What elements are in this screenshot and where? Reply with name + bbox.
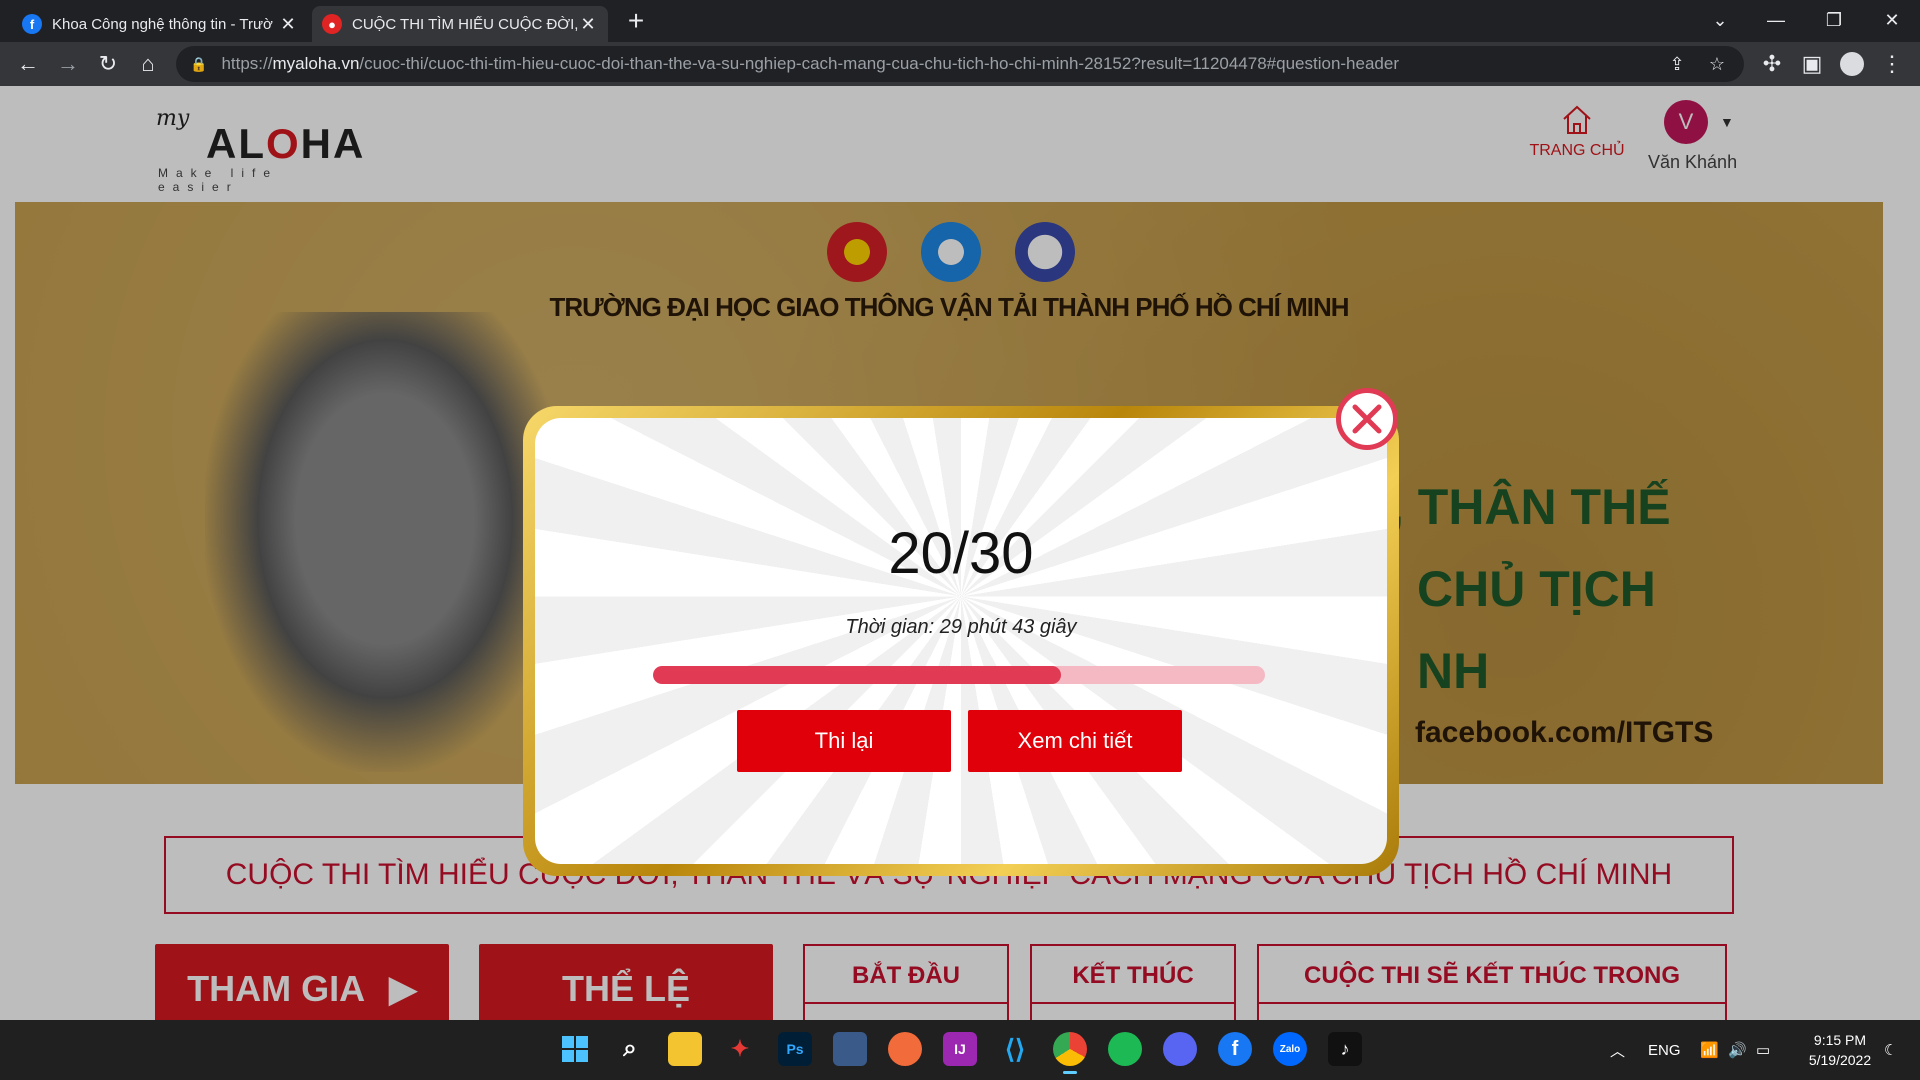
wifi-icon[interactable]: 📶 <box>1700 1020 1719 1080</box>
app-icon[interactable]: ✦ <box>723 1032 757 1066</box>
chrome-icon[interactable] <box>1053 1032 1087 1074</box>
home-icon[interactable]: ⌂ <box>132 48 164 80</box>
address-bar[interactable]: 🔒 https://myaloha.vn/cuoc-thi/cuoc-thi-t… <box>176 46 1744 82</box>
back-icon[interactable]: ← <box>12 48 44 80</box>
new-tab-button[interactable]: + <box>620 6 652 38</box>
browser-tab-bar: f Khoa Công nghệ thông tin - Trườ ✕ ● CU… <box>0 0 1920 42</box>
tiktok-icon[interactable]: ♪ <box>1328 1032 1362 1066</box>
result-modal: 20/30 Thời gian: 29 phút 43 giây Thi lại… <box>523 406 1399 876</box>
tab-title: Khoa Công nghệ thông tin - Trườ <box>52 15 273 33</box>
show-hidden-icons[interactable]: ︿ <box>1610 1020 1625 1080</box>
minimize-button[interactable]: — <box>1746 0 1806 40</box>
language-indicator[interactable]: ENG <box>1648 1020 1681 1080</box>
bookmark-star-icon[interactable]: ☆ <box>1704 51 1730 77</box>
app-icon[interactable] <box>833 1032 867 1066</box>
notification-icon[interactable]: ☾ <box>1884 1020 1897 1080</box>
app-icon[interactable] <box>888 1032 922 1066</box>
spotify-icon[interactable] <box>1108 1032 1142 1066</box>
tab-cuoc-thi[interactable]: ● CUỘC THI TÌM HIỂU CUỘC ĐỜI, T ✕ <box>312 6 608 42</box>
clock-time: 9:15 PM <box>1813 1032 1867 1048</box>
browser-toolbar: ← → ↻ ⌂ 🔒 https://myaloha.vn/cuoc-thi/cu… <box>0 42 1920 86</box>
photoshop-icon[interactable]: Ps <box>778 1032 812 1066</box>
profile-icon[interactable] <box>1836 48 1868 80</box>
battery-icon[interactable]: ▭ <box>1756 1020 1770 1080</box>
windows-taskbar: ⌕ ✦ Ps IJ ⟨⟩ f Zalo ♪ ︿ ENG 📶 🔊 ▭ 9:15 P… <box>0 1020 1920 1080</box>
close-tab-icon[interactable]: ✕ <box>578 14 598 35</box>
myaloha-icon: ● <box>322 14 342 34</box>
close-tab-icon[interactable]: ✕ <box>278 14 298 35</box>
file-explorer-icon[interactable] <box>668 1032 702 1066</box>
share-icon[interactable]: ⇪ <box>1664 51 1690 77</box>
url-text: https://myaloha.vn/cuoc-thi/cuoc-thi-tim… <box>221 54 1399 73</box>
vscode-icon[interactable]: ⟨⟩ <box>998 1032 1032 1066</box>
retry-button[interactable]: Thi lại <box>737 710 951 772</box>
tab-khoa-cntt[interactable]: f Khoa Công nghệ thông tin - Trườ ✕ <box>12 6 308 42</box>
start-icon[interactable] <box>558 1032 592 1066</box>
menu-kebab-icon[interactable]: ⋮ <box>1876 48 1908 80</box>
search-icon[interactable]: ⌕ <box>613 1032 647 1066</box>
close-window-button[interactable]: ✕ <box>1862 0 1920 40</box>
time-text: Thời gian: 29 phút 43 giây <box>845 616 1077 638</box>
restore-button[interactable]: ❐ <box>1804 0 1864 40</box>
score-progress-bar <box>653 666 1265 684</box>
score-progress-fill <box>653 666 1062 684</box>
result-modal-body: 20/30 Thời gian: 29 phút 43 giây Thi lại… <box>535 418 1387 864</box>
extensions-icon[interactable]: ✣ <box>1756 48 1788 80</box>
tab-search-icon[interactable]: ⌄ <box>1690 0 1750 40</box>
tab-title: CUỘC THI TÌM HIỂU CUỘC ĐỜI, T <box>352 15 578 33</box>
page-content: my ALOHA Make life easier TRANG CHỦ V ▼ … <box>0 86 1920 1020</box>
lock-icon: 🔒 <box>190 55 208 72</box>
reload-icon[interactable]: ↻ <box>92 48 124 80</box>
side-panel-icon[interactable]: ▣ <box>1796 48 1828 80</box>
clock-date: 5/19/2022 <box>1808 1052 1872 1068</box>
system-clock[interactable]: 9:15 PM 5/19/2022 <box>1790 1030 1890 1070</box>
view-details-button[interactable]: Xem chi tiết <box>968 710 1182 772</box>
close-modal-button[interactable] <box>1336 388 1398 450</box>
score-text: 20/30 <box>888 521 1034 586</box>
close-icon <box>1352 404 1382 434</box>
zalo-icon[interactable]: Zalo <box>1273 1032 1307 1066</box>
facebook-icon[interactable]: f <box>1218 1032 1252 1066</box>
forward-icon[interactable]: → <box>52 48 84 80</box>
discord-icon[interactable] <box>1163 1032 1197 1066</box>
intellij-icon[interactable]: IJ <box>943 1032 977 1066</box>
volume-icon[interactable]: 🔊 <box>1728 1020 1747 1080</box>
facebook-icon: f <box>22 14 42 34</box>
